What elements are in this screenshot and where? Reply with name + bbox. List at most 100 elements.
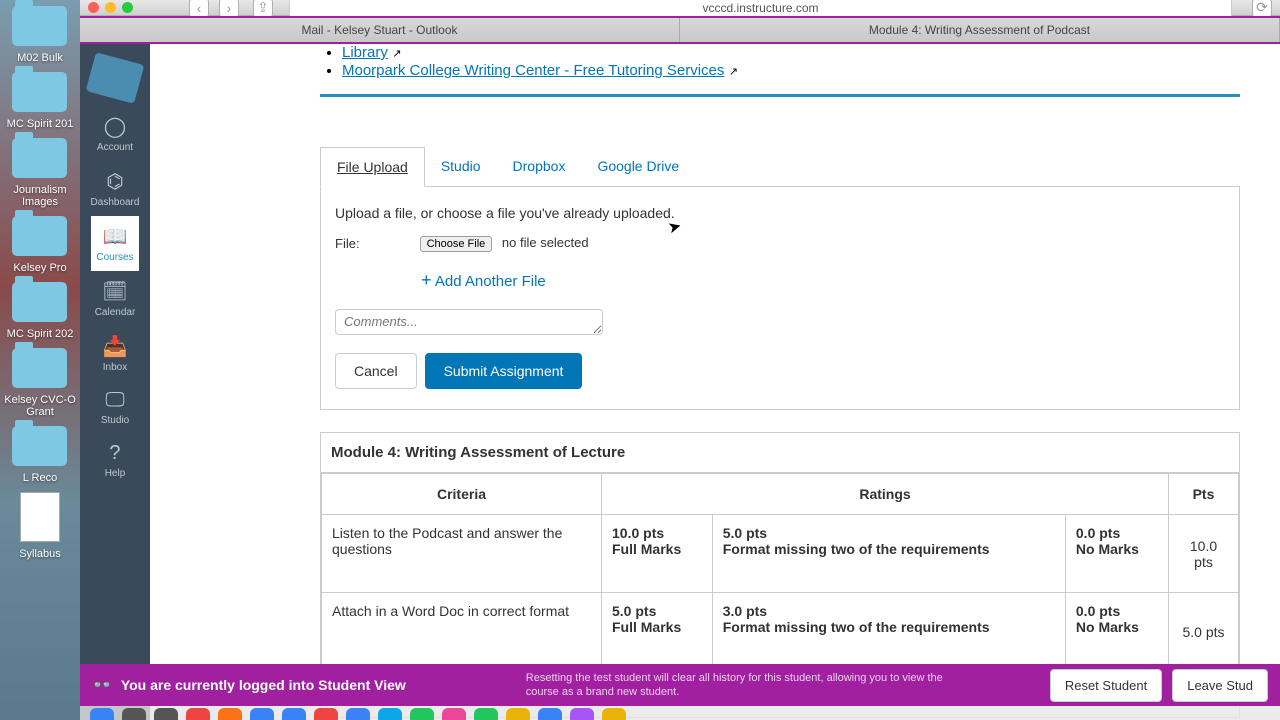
file-label: File: [335,236,360,251]
desktop-doc[interactable] [20,492,60,542]
resource-links: Library ↗ Moorpark College Writing Cente… [320,44,1240,80]
browser-window: ‹ › ⇪ vcccd.instructure.com ⟳ Mail - Kel… [80,0,1280,720]
dock-item[interactable] [154,708,178,720]
tab-dropbox[interactable]: Dropbox [497,147,582,186]
dock-item[interactable] [410,708,434,720]
rating-cell: 10.0 ptsFull Marks [602,515,713,593]
tab-canvas[interactable]: Module 4: Writing Assessment of Podcast [680,18,1280,42]
cancel-button[interactable]: Cancel [335,353,417,389]
criteria-cell: Listen to the Podcast and answer the que… [322,515,602,593]
dock-item[interactable] [250,708,274,720]
tab-studio[interactable]: Studio [425,147,497,186]
desktop-label: Journalism Images [2,184,78,208]
studio-icon: 🖵 [91,389,140,412]
help-icon: ? [91,442,140,465]
account-icon: ◯ [91,114,140,139]
glasses-icon: 👓 [92,675,112,695]
logo[interactable] [86,52,145,104]
desktop-label: MC Spirit 201 [2,118,78,130]
upload-tabs: File Upload Studio Dropbox Google Drive [320,147,1240,187]
choose-file-button[interactable]: Choose File [420,236,493,252]
divider [320,94,1240,97]
rubric-table: Criteria Ratings Pts Listen to the Podca… [321,473,1239,671]
sidebar-item-account[interactable]: ◯Account [91,106,140,161]
share-button[interactable]: ⇪ [253,0,273,18]
desktop-label: Kelsey CVC-O Grant [2,394,78,418]
desktop-folder[interactable] [12,426,67,466]
desktop-folder[interactable] [12,6,67,46]
tab-file-upload[interactable]: File Upload [320,147,425,187]
dock-item[interactable] [506,708,530,720]
close-icon[interactable] [88,2,99,13]
dock-item[interactable] [602,708,626,720]
rating-cell: 3.0 ptsFormat missing two of the require… [712,593,1065,671]
sidebar-item-courses[interactable]: 📖Courses [91,216,140,271]
dock-item[interactable] [570,708,594,720]
dock-item[interactable] [90,708,114,720]
col-criteria: Criteria [322,474,602,515]
rating-cell: 0.0 ptsNo Marks [1065,593,1168,671]
rating-cell: 0.0 ptsNo Marks [1065,515,1168,593]
dock-item[interactable] [218,708,242,720]
sidebar-item-inbox[interactable]: 📥Inbox [91,326,140,381]
sidebar-item-help[interactable]: ?Help [91,434,140,487]
minimize-icon[interactable] [105,2,116,13]
inbox-icon: 📥 [91,334,140,359]
desktop-label: M02 Bulk [2,52,78,64]
rating-cell: 5.0 ptsFormat missing two of the require… [712,515,1065,593]
tab-outlook[interactable]: Mail - Kelsey Stuart - Outlook [80,18,680,42]
pts-cell: 5.0 pts [1169,593,1239,671]
no-file-text: no file selected [502,235,589,250]
col-pts: Pts [1169,474,1239,515]
dock-item[interactable] [538,708,562,720]
sidebar-item-studio[interactable]: 🖵Studio [91,381,140,434]
student-view-msg: You are currently logged into Student Vi… [121,677,406,693]
desktop: M02 Bulk MC Spirit 201 Journalism Images Ke… [0,0,80,720]
dock-item[interactable] [378,708,402,720]
desktop-folder[interactable] [12,138,67,178]
calendar-icon: 🗓 [91,279,140,304]
tab-google-drive[interactable]: Google Drive [581,147,695,186]
upload-hint: Upload a file, or choose a file you've a… [335,205,1225,221]
reset-student-button[interactable]: Reset Student [1050,669,1162,702]
dock-item[interactable] [314,708,338,720]
rubric-row: Listen to the Podcast and answer the que… [322,515,1239,593]
back-button[interactable]: ‹ [189,0,209,18]
desktop-folder[interactable] [12,216,67,256]
comments-input[interactable] [335,309,603,335]
dock-item[interactable] [186,708,210,720]
forward-button[interactable]: › [219,0,239,18]
maximize-icon[interactable] [122,2,133,13]
desktop-label: Kelsey Pro [2,262,78,274]
reload-button[interactable]: ⟳ [1252,0,1272,18]
col-ratings: Ratings [602,474,1169,515]
dock-item[interactable] [474,708,498,720]
desktop-label: Syllabus [2,548,78,560]
desktop-folder[interactable] [12,72,67,112]
sidebar-item-dashboard[interactable]: ⌬Dashboard [91,161,140,216]
dock-item[interactable] [346,708,370,720]
desktop-label: MC Spirit 202 [2,328,78,340]
student-view-bar: 👓 You are currently logged into Student … [80,664,1280,706]
rating-cell: 5.0 ptsFull Marks [602,593,713,671]
dock-item[interactable] [122,708,146,720]
rubric-title: Module 4: Writing Assessment of Lecture [321,433,1239,473]
link-writing-center[interactable]: Moorpark College Writing Center - Free T… [342,62,724,79]
criteria-cell: Attach in a Word Doc in correct format [322,593,602,671]
rubric-row: Attach in a Word Doc in correct format5.… [322,593,1239,671]
dock [80,706,1280,720]
dock-item[interactable] [442,708,466,720]
add-another-file[interactable]: + Add Another File [421,270,1225,291]
desktop-label: L Reco [2,472,78,484]
desktop-folder[interactable] [12,348,67,388]
leave-student-button[interactable]: Leave Stud [1172,669,1268,702]
desktop-folder[interactable] [12,282,67,322]
pts-cell: 10.0 pts [1169,515,1239,593]
sidebar-item-calendar[interactable]: 🗓Calendar [91,271,140,326]
link-library[interactable]: Library [342,44,388,61]
content: ◯Account⌬Dashboard📖Courses🗓Calendar📥Inbo… [80,42,1280,720]
dock-item[interactable] [282,708,306,720]
canvas-sidebar: ◯Account⌬Dashboard📖Courses🗓Calendar📥Inbo… [80,44,150,720]
courses-icon: 📖 [91,224,140,249]
submit-button[interactable]: Submit Assignment [425,353,583,389]
